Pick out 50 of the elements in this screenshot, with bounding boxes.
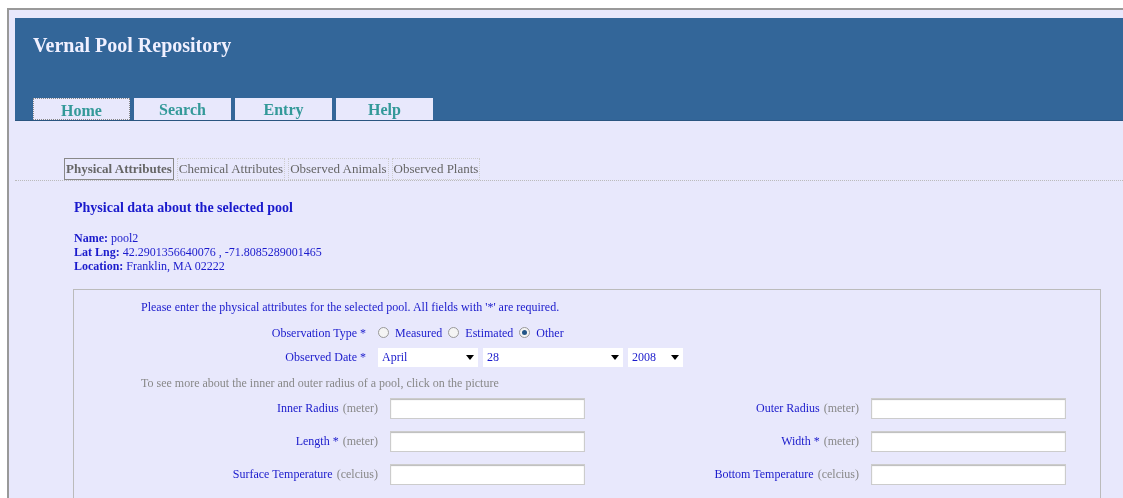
info-value: pool2: [111, 230, 139, 245]
tab[interactable]: Chemical Attributes: [176, 158, 286, 180]
nav-tab[interactable]: Help: [336, 98, 433, 120]
hint-text: To see more about the inner and outer radius of a pool, click on the picture: [141, 374, 500, 392]
tab[interactable]: Physical Attributes: [64, 158, 174, 180]
tab[interactable]: Observed Plants: [391, 158, 481, 180]
form-intro: Please enter the physical attributes for the selected pool. All fields with '*' are required.: [141, 298, 561, 316]
radio-option[interactable]: Estimated: [448, 323, 514, 342]
input-field[interactable]: [871, 463, 1066, 485]
nav-tab[interactable]: Home: [33, 98, 130, 120]
info-value: 42.2901356640076 , -71.8085289001465: [122, 244, 322, 259]
tab[interactable]: Observed Animals: [288, 158, 389, 180]
dropdown[interactable]: 28: [483, 347, 623, 367]
info-label: Name:: [74, 230, 108, 245]
unit-label: (meter): [823, 401, 859, 415]
unit-label: (meter): [823, 434, 859, 448]
field-label: Inner Radius: [277, 401, 339, 415]
field-label: Width *: [781, 434, 820, 448]
info-label: Lat Lng:: [74, 244, 120, 259]
input-field[interactable]: [390, 397, 585, 419]
radio-option[interactable]: Other: [519, 323, 564, 342]
field-label: Surface Temperature: [232, 467, 333, 481]
section-heading: Physical data about the selected pool: [74, 198, 294, 217]
input-field[interactable]: [871, 430, 1066, 452]
unit-label: (meter): [342, 401, 378, 415]
dropdown[interactable]: April: [378, 347, 478, 367]
info-label: Location:: [74, 258, 124, 273]
field-label: Outer Radius: [756, 401, 820, 415]
field-label: Bottom Temperature: [714, 467, 814, 481]
field-label: Length *: [295, 434, 339, 448]
caret-icon: [466, 354, 474, 360]
radio-option[interactable]: Measured: [378, 323, 443, 342]
nav-tab[interactable]: Entry: [235, 98, 332, 120]
nav-tab[interactable]: Search: [134, 98, 231, 120]
unit-label: (meter): [342, 434, 378, 448]
info-value: Franklin, MA 02222: [126, 258, 225, 273]
field-label: Observed Date *: [285, 350, 366, 364]
field-label: Observation Type *: [271, 325, 366, 340]
radio-button[interactable]: [448, 327, 460, 338]
caret-icon: [671, 354, 679, 360]
unit-label: (celcius): [336, 467, 378, 481]
dropdown[interactable]: 2008: [628, 347, 683, 367]
input-field[interactable]: [390, 430, 585, 452]
input-field[interactable]: [390, 463, 585, 485]
site-title: Vernal Pool Repository: [33, 33, 233, 59]
input-field[interactable]: [871, 397, 1066, 419]
caret-icon: [611, 354, 619, 360]
radio-button[interactable]: [519, 327, 531, 338]
unit-label: (celcius): [817, 467, 859, 481]
radio-button[interactable]: [378, 327, 389, 338]
